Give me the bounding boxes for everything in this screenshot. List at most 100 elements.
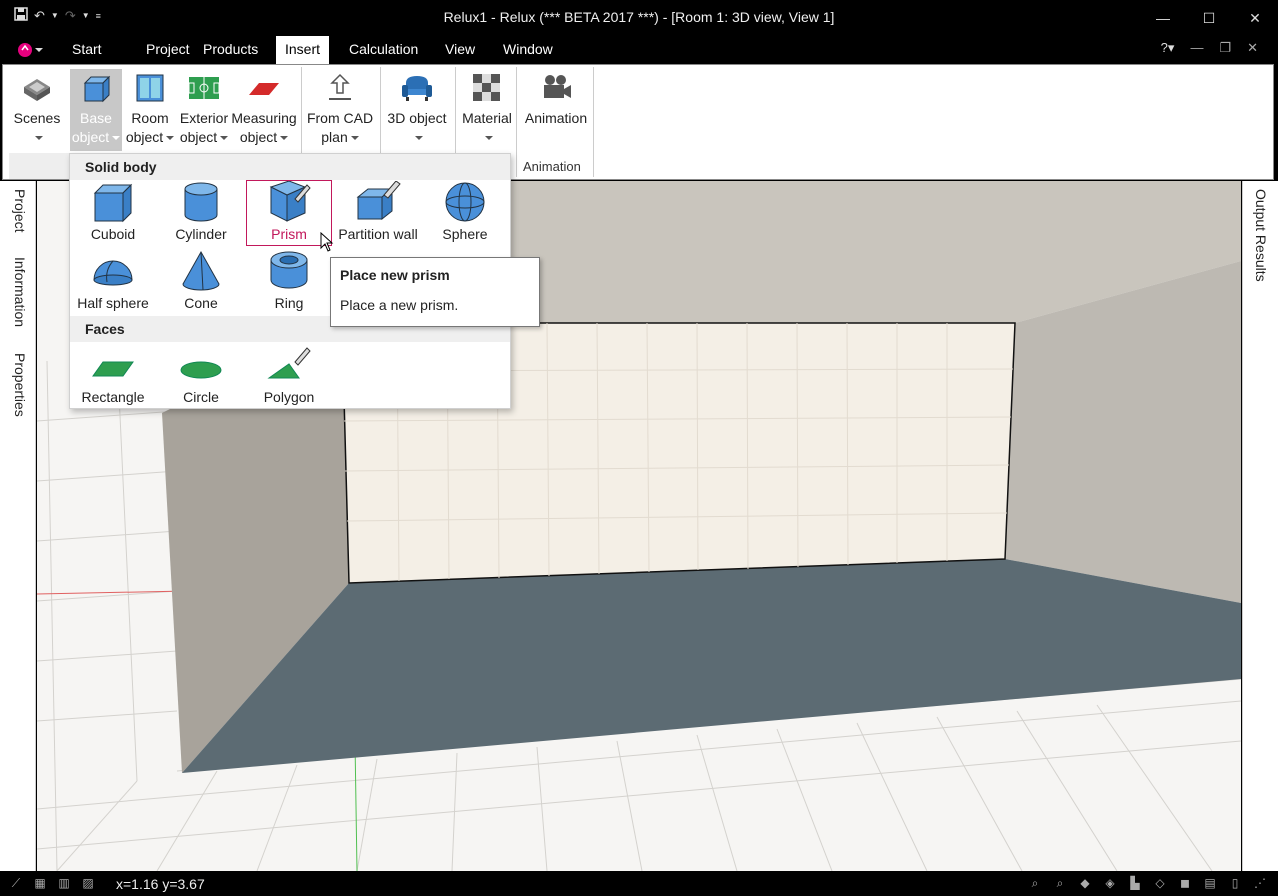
from-cad-plan-button[interactable]: From CAD plan [305,69,375,147]
tab-insert[interactable]: Insert [276,36,330,64]
solid-body-header: Solid body [70,154,510,180]
exterior-object-icon [188,77,220,99]
zoom-out-icon[interactable]: ⌕ [1050,874,1070,892]
side-tab-output-results[interactable]: Output Results [1253,189,1269,282]
side-tab-properties[interactable]: Properties [12,353,28,417]
zoom-in-icon[interactable]: ⌕ [1025,874,1045,892]
scenes-button[interactable]: Scenes [11,69,63,147]
tab-products[interactable]: Products [194,36,267,64]
cuboid-icon [93,183,133,223]
image-icon[interactable]: ▨ [78,874,98,892]
measuring-object-button[interactable]: Measuring object [231,69,297,147]
tooltip-title: Place new prism [340,267,450,283]
ribbon-separator [593,67,594,177]
cylinder-label: Cylinder [175,226,227,242]
measuring-object-label-2: object [239,129,278,145]
cone-item[interactable]: Cone [158,250,244,316]
base-object-label-2: object [71,129,110,145]
view-shaded-icon[interactable]: ◈ [1100,874,1120,892]
ring-item[interactable]: Ring [246,250,332,316]
material-checker-icon [473,74,500,101]
tab-start[interactable]: Start [63,36,111,64]
upload-icon [329,73,351,100]
half-sphere-icon [93,260,133,286]
mdi-close-icon[interactable]: ✕ [1247,40,1258,56]
app-menu-button[interactable] [16,40,46,60]
exterior-object-label-1: Exterior [179,110,229,126]
side-tab-information[interactable]: Information [12,257,28,327]
prism-label: Prism [271,226,307,242]
circle-label: Circle [183,389,219,405]
from-cad-label-2: plan [321,129,348,145]
partition-wall-item[interactable]: Partition wall [334,181,422,247]
polygon-face-icon [267,347,311,379]
partition-wall-icon [356,181,401,221]
tooltip: Place new prism Place a new prism. [330,257,540,327]
scenes-icon [24,79,50,101]
minimize-icon[interactable]: — [1140,0,1186,36]
sphere-icon [445,182,485,222]
polygon-label: Polygon [263,389,315,405]
title-bar: ↶ ▼ ↷ ▼ ≡ Relux1 - Relux (*** BETA 2017 … [0,0,1278,36]
movie-camera-icon [544,75,571,98]
help-icon[interactable]: ?▾ [1161,40,1175,56]
close-icon[interactable]: ✕ [1232,0,1278,36]
left-side-panel: Project Information Properties [0,181,36,871]
cylinder-icon [184,182,218,222]
snap-icon[interactable]: ⟋ [6,874,26,892]
tab-calculation[interactable]: Calculation [340,36,427,64]
exterior-object-button[interactable]: Exterior object [177,69,231,147]
animation-button[interactable]: Animation [521,69,591,128]
half-sphere-item[interactable]: Half sphere [70,250,156,316]
ring-label: Ring [274,295,304,311]
maximize-icon[interactable]: ☐ [1186,0,1232,36]
material-label: Material [462,110,512,126]
right-side-panel: Output Results [1242,181,1278,871]
circle-item[interactable]: Circle [158,344,244,410]
tab-window[interactable]: Window [494,36,562,64]
rectangle-item[interactable]: Rectangle [70,344,156,410]
half-sphere-label: Half sphere [77,295,149,311]
view-solid-icon[interactable]: ◆ [1075,874,1095,892]
room-object-label-1: Room [131,110,169,126]
chart-icon[interactable]: ▥ [54,874,74,892]
room-object-button[interactable]: Room object [123,69,177,147]
base-object-label-1: Base [80,110,112,126]
from-cad-label-1: From CAD [306,110,374,126]
tab-view[interactable]: View [436,36,484,64]
document-icon[interactable]: ▯ [1225,874,1245,892]
ring-icon [270,251,308,289]
render-icon[interactable]: ◼ [1175,874,1195,892]
3d-object-button[interactable]: 3D object [384,69,450,147]
window-title: Relux1 - Relux (*** BETA 2017 ***) - [Ro… [443,9,835,25]
mdi-restore-icon[interactable]: ❐ [1219,40,1231,56]
scenes-label: Scenes [13,110,61,126]
cursor-coordinates: x=1.16 y=3.67 [116,876,205,892]
floor-plan-icon[interactable]: ▙ [1125,874,1145,892]
room-object-label-2: object [125,129,164,145]
sphere-item[interactable]: Sphere [422,181,508,247]
mdi-minimize-icon[interactable]: — [1190,40,1203,56]
cone-label: Cone [184,295,218,311]
grid-icon[interactable]: ▦ [30,874,50,892]
tab-project[interactable]: Project [137,36,199,64]
base-object-button[interactable]: Base object [70,69,122,151]
side-tab-project[interactable]: Project [12,189,28,233]
cone-icon [182,250,220,291]
3d-view-icon[interactable]: ◇ [1150,874,1170,892]
resize-grip-icon[interactable]: ⋰ [1250,874,1270,892]
material-button[interactable]: Material [459,69,515,147]
armchair-icon [402,76,432,101]
prism-icon [269,181,311,222]
polygon-item[interactable]: Polygon [246,344,332,410]
cylinder-item[interactable]: Cylinder [158,181,244,247]
layers-icon[interactable]: ▤ [1200,874,1220,892]
ribbon-separator [516,67,517,177]
circle-face-icon [180,361,222,379]
animation-label: Animation [524,110,588,126]
cuboid-item[interactable]: Cuboid [70,181,156,247]
3d-object-label: 3D object [387,110,447,126]
cuboid-icon [83,75,111,103]
status-bar: ⟋ ▦ ▥ ▨ x=1.16 y=3.67 ⌕ ⌕ ◆ ◈ ▙ ◇ ◼ ▤ ▯ … [0,871,1278,896]
room-object-icon [136,74,164,102]
